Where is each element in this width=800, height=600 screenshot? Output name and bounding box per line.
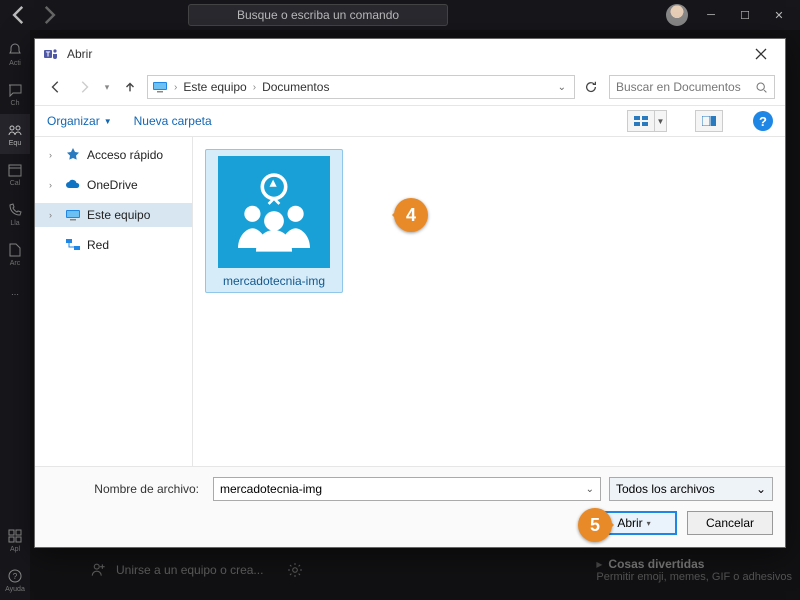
rail-help[interactable]: ?Ayuda	[0, 560, 30, 600]
tree-network[interactable]: › Red	[35, 233, 192, 257]
star-icon	[65, 147, 81, 163]
dialog-close-button[interactable]	[745, 42, 777, 66]
chevron-down-icon[interactable]: ▼	[655, 110, 667, 132]
window-maximize-icon[interactable]: ☐	[728, 2, 762, 28]
breadcrumb[interactable]: › Este equipo › Documentos ⌄	[147, 75, 575, 99]
dialog-toolbar: Organizar▼ Nueva carpeta ▼ ?	[35, 105, 785, 137]
search-icon	[755, 81, 768, 94]
filter-value: Todos los archivos	[616, 482, 715, 496]
dialog-footer: Nombre de archivo: mercadotecnia-img ⌄ T…	[35, 466, 785, 547]
dialog-title: Abrir	[67, 47, 92, 61]
rail-calendar[interactable]: Cal	[0, 154, 30, 194]
dialog-address-bar: ▾ › Este equipo › Documentos ⌄ Buscar en…	[35, 69, 785, 105]
callout-4: 4	[394, 198, 428, 232]
search-placeholder: Buscar en Documentos	[616, 80, 749, 94]
window-minimize-icon[interactable]: ─	[694, 2, 728, 28]
onedrive-icon	[65, 177, 81, 193]
nav-back-icon[interactable]	[6, 2, 32, 28]
refresh-button[interactable]	[579, 75, 603, 99]
svg-text:T: T	[46, 52, 51, 59]
chevron-right-icon: ›	[251, 82, 258, 93]
filename-input[interactable]: mercadotecnia-img ⌄	[213, 477, 601, 501]
avatar[interactable]	[666, 4, 688, 26]
organize-menu[interactable]: Organizar▼	[47, 114, 112, 128]
nav-back-button[interactable]	[45, 76, 67, 98]
chevron-down-icon[interactable]: ⌄	[756, 482, 766, 496]
rail-more[interactable]: ⋯	[0, 274, 30, 314]
dialog-titlebar: T Abrir	[35, 39, 785, 69]
nav-forward-icon[interactable]	[36, 2, 62, 28]
chevron-down-icon[interactable]: ⌄	[586, 484, 594, 495]
tree-onedrive[interactable]: › OneDrive	[35, 173, 192, 197]
chevron-right-icon[interactable]: ›	[49, 210, 59, 220]
file-list-pane[interactable]: mercadotecnia-img	[193, 137, 785, 466]
filename-label: Nombre de archivo:	[47, 482, 205, 496]
view-mode-button[interactable]: ▼	[627, 110, 667, 132]
file-type-filter[interactable]: Todos los archivos ⌄	[609, 477, 773, 501]
teams-titlebar: Busque o escriba un comando ─ ☐ ✕	[0, 0, 800, 30]
breadcrumb-dropdown-icon[interactable]: ⌄	[558, 82, 570, 93]
window-close-icon[interactable]: ✕	[762, 2, 796, 28]
teams-left-rail: Acti Ch Equ Cal Lla Arc ⋯ Apl ?Ayuda	[0, 30, 30, 600]
new-folder-button[interactable]: Nueva carpeta	[134, 114, 212, 128]
breadcrumb-folder[interactable]: Documentos	[262, 80, 329, 94]
thispc-icon	[152, 79, 168, 95]
tree-this-pc[interactable]: › Este equipo	[35, 203, 192, 227]
rail-activity[interactable]: Acti	[0, 34, 30, 74]
cancel-button[interactable]: Cancelar	[687, 511, 773, 535]
rail-files[interactable]: Arc	[0, 234, 30, 274]
svg-text:?: ?	[13, 572, 18, 581]
nav-tree: › Acceso rápido › OneDrive › Este equipo…	[35, 137, 193, 466]
network-icon	[65, 237, 81, 253]
filename-value: mercadotecnia-img	[220, 482, 322, 496]
rail-teams[interactable]: Equ	[0, 114, 30, 154]
preview-pane-button[interactable]	[695, 110, 723, 132]
file-open-dialog: T Abrir ▾ › Este equipo › Documentos ⌄ B…	[34, 38, 786, 548]
chevron-right-icon[interactable]: ›	[49, 150, 59, 160]
split-dropdown-icon[interactable]: ▾	[647, 519, 651, 528]
file-thumbnail-image	[218, 156, 330, 268]
nav-recent-dropdown[interactable]: ▾	[101, 82, 113, 93]
rail-chat[interactable]: Ch	[0, 74, 30, 114]
nav-forward-button[interactable]	[73, 76, 95, 98]
tree-quick-access[interactable]: › Acceso rápido	[35, 143, 192, 167]
nav-up-button[interactable]	[119, 76, 141, 98]
rail-apps[interactable]: Apl	[0, 520, 30, 560]
help-button[interactable]: ?	[753, 111, 773, 131]
dialog-search-input[interactable]: Buscar en Documentos	[609, 75, 775, 99]
callout-5: 5	[578, 508, 612, 542]
rail-calls[interactable]: Lla	[0, 194, 30, 234]
file-thumbnail-label: mercadotecnia-img	[223, 274, 325, 288]
chevron-right-icon: ›	[172, 82, 179, 93]
breadcrumb-root[interactable]: Este equipo	[183, 80, 246, 94]
file-thumbnail-selected[interactable]: mercadotecnia-img	[205, 149, 343, 293]
teams-search-box[interactable]: Busque o escriba un comando	[188, 4, 448, 26]
thispc-icon	[65, 207, 81, 223]
teams-search-placeholder: Busque o escriba un comando	[237, 8, 399, 22]
chevron-right-icon[interactable]: ›	[49, 180, 59, 190]
teams-logo-icon: T	[43, 46, 59, 62]
